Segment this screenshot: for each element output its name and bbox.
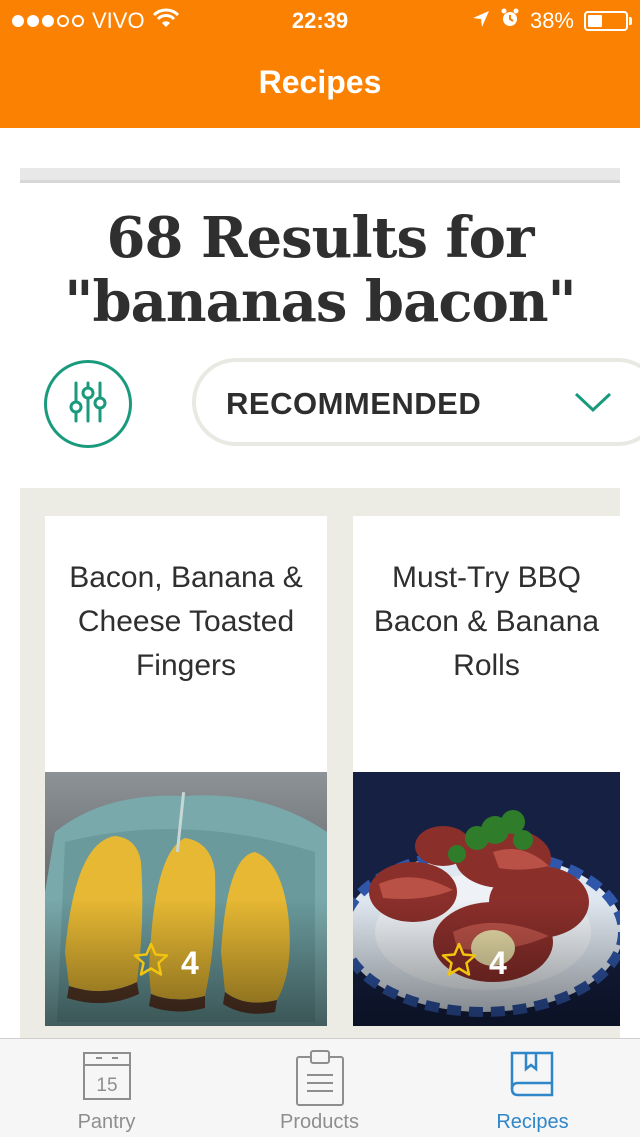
tab-bar: 15 Pantry Products Recipes — [0, 1038, 640, 1137]
calendar-day: 15 — [96, 1075, 117, 1096]
recipe-title: Must-Try BBQ Bacon & Banana Rolls — [373, 561, 600, 682]
tab-products[interactable]: Products — [213, 1039, 426, 1137]
rating-value: 4 — [489, 944, 507, 981]
star-icon — [133, 942, 169, 984]
rating-badge: 4 — [133, 942, 199, 984]
battery-icon — [584, 11, 632, 31]
results-count: 68 Results for — [106, 205, 535, 271]
banner-strip — [20, 168, 620, 183]
recipe-grid: Bacon, Banana & Cheese Toasted Fingers 4… — [20, 488, 620, 1048]
tab-label: Pantry — [77, 1111, 136, 1133]
sort-label: RECOMMENDED — [226, 386, 482, 421]
sort-dropdown[interactable]: RECOMMENDED — [192, 358, 640, 446]
results-query: "bananas bacon" — [64, 269, 576, 335]
battery-percent: 38% — [529, 8, 574, 33]
clipboard-icon — [295, 1049, 345, 1112]
location-arrow-icon — [472, 8, 490, 34]
tab-pantry[interactable]: 15 Pantry — [0, 1039, 213, 1137]
chevron-down-icon — [574, 390, 612, 419]
calendar-icon: 15 — [82, 1049, 132, 1106]
recipe-photo: 4 — [353, 772, 620, 1026]
filter-button[interactable] — [44, 360, 132, 448]
status-bar: VIVO 22:39 38% — [0, 0, 640, 40]
results-heading: 68 Results for "bananas bacon" — [20, 206, 620, 334]
tab-label: Products — [280, 1111, 359, 1133]
top-bar: VIVO 22:39 38% Recipes — [0, 0, 640, 128]
rating-badge: 4 — [441, 942, 507, 984]
rating-value: 4 — [181, 944, 199, 981]
sliders-icon — [68, 380, 108, 429]
recipe-card[interactable]: Must-Try BBQ Bacon & Banana Rolls 4 — [353, 516, 620, 1026]
recipe-photo: 4 — [45, 772, 327, 1026]
star-icon — [441, 942, 477, 984]
alarm-icon — [500, 8, 520, 34]
page-title: Recipes — [258, 64, 382, 100]
book-icon — [508, 1049, 558, 1106]
tab-recipes[interactable]: Recipes — [426, 1039, 639, 1137]
tab-label: Recipes — [496, 1111, 569, 1133]
recipe-title: Bacon, Banana & Cheese Toasted Fingers — [69, 561, 303, 682]
recipe-card[interactable]: Bacon, Banana & Cheese Toasted Fingers 4 — [45, 516, 327, 1026]
status-right: 38% — [472, 8, 632, 34]
